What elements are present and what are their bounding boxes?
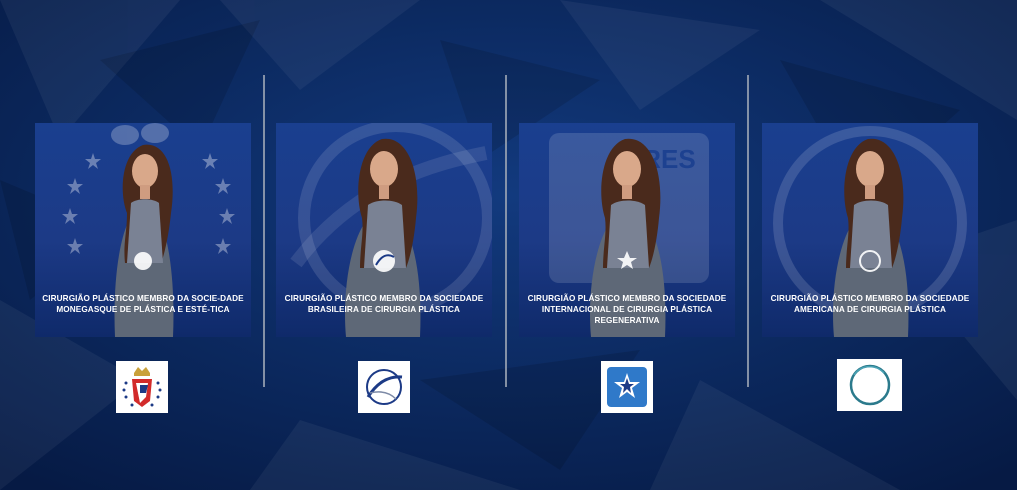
society-card-monegasque[interactable]: CIRURGIÃO PLÁSTICO MEMBRO DA SOCIE-DADE … bbox=[35, 123, 251, 337]
ispres-logo-icon bbox=[607, 367, 647, 407]
monaco-society-logo-icon bbox=[122, 367, 162, 407]
divider-3 bbox=[747, 75, 749, 387]
card-caption: CIRURGIÃO PLÁSTICO MEMBRO DA SOCIE-DADE … bbox=[42, 294, 244, 314]
american-society-logo[interactable] bbox=[837, 359, 902, 411]
brazil-society-logo[interactable] bbox=[358, 361, 410, 413]
card-caption: CIRURGIÃO PLÁSTICO MEMBRO DA SOCIEDADE B… bbox=[284, 294, 484, 314]
divider-2 bbox=[505, 75, 507, 387]
brazil-society-logo-icon bbox=[366, 369, 403, 405]
card-caption: CIRURGIÃO PLÁSTICO MEMBRO DA SOCIEDADE A… bbox=[770, 294, 970, 314]
divider-1 bbox=[263, 75, 265, 387]
monaco-society-logo[interactable] bbox=[116, 361, 168, 413]
american-society-logo-icon bbox=[849, 364, 890, 406]
society-card-brasileira[interactable]: CIRURGIÃO PLÁSTICO MEMBRO DA SOCIEDADE B… bbox=[276, 123, 492, 337]
society-card-internacional[interactable]: RES CIRURGIÃO PLÁSTICO MEMBRO DA SOCIEDA… bbox=[519, 123, 735, 337]
society-card-americana[interactable]: CIRURGIÃO PLÁSTICO MEMBRO DA SOCIEDADE A… bbox=[762, 123, 978, 337]
card-caption: CIRURGIÃO PLÁSTICO MEMBRO DA SOCIEDADE I… bbox=[527, 294, 727, 325]
ispres-logo[interactable] bbox=[601, 361, 653, 413]
